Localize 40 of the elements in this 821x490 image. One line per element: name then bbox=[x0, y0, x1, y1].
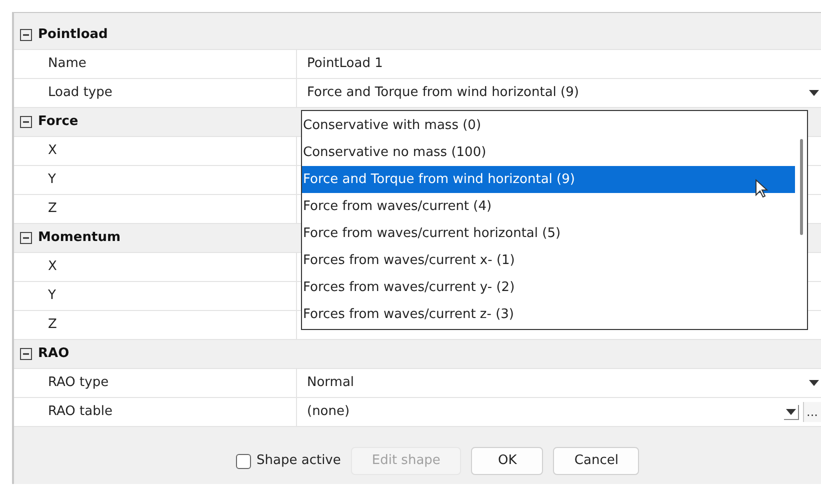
property-label: X bbox=[48, 142, 57, 160]
mouse-cursor-icon bbox=[755, 179, 769, 199]
section-title: RAO bbox=[38, 345, 70, 364]
section-title: Force bbox=[38, 113, 78, 132]
dialog-button[interactable]: Cancel bbox=[553, 447, 640, 475]
dropdown-option[interactable]: Forces from waves/current y- (2) bbox=[302, 274, 795, 301]
dropdown-arrow-icon[interactable] bbox=[809, 380, 819, 386]
dialog-button[interactable]: OK bbox=[471, 447, 544, 475]
dropdown-option[interactable]: Force from waves/current horizontal (5) bbox=[302, 220, 795, 247]
dropdown-option[interactable]: Force and Torque from wind horizontal (9) bbox=[302, 166, 795, 193]
property-label: Y bbox=[48, 287, 56, 306]
scrollbar-thumb[interactable] bbox=[800, 139, 802, 235]
collapse-icon[interactable] bbox=[20, 348, 32, 360]
property-label: Y bbox=[48, 171, 56, 190]
property-label: Z bbox=[48, 200, 57, 218]
property-label: Z bbox=[48, 316, 57, 334]
browse-button[interactable]: ... bbox=[802, 402, 821, 422]
property-label: RAO type bbox=[48, 374, 109, 392]
collapse-icon[interactable] bbox=[20, 232, 32, 244]
dropdown-option[interactable]: Force from waves/current (4) bbox=[302, 193, 795, 220]
section-title: Pointload bbox=[38, 26, 108, 44]
dropdown-option[interactable]: Conservative no mass (100) bbox=[302, 139, 795, 166]
property-value[interactable]: Normal bbox=[307, 373, 354, 393]
section-title: Momentum bbox=[38, 229, 121, 248]
property-label: X bbox=[48, 258, 57, 276]
property-label: RAO table bbox=[48, 403, 112, 422]
checkbox[interactable] bbox=[236, 454, 251, 468]
checkbox-label: Shape active bbox=[256, 452, 341, 470]
dropdown-option[interactable]: Forces from waves/current z- (3) bbox=[302, 301, 795, 328]
property-value: PointLoad 1 bbox=[307, 55, 383, 74]
property-value[interactable]: Force and Torque from wind horizontal (9) bbox=[307, 83, 579, 103]
dropdown-option[interactable]: Conservative with mass (0) bbox=[302, 112, 795, 139]
property-value[interactable]: (none) bbox=[307, 402, 350, 422]
property-label: Name bbox=[48, 55, 86, 74]
property-label: Load type bbox=[48, 84, 112, 102]
collapse-icon[interactable] bbox=[20, 116, 32, 128]
collapse-icon[interactable] bbox=[20, 29, 32, 41]
dropdown-option[interactable]: Forces from waves/current x- (1) bbox=[302, 247, 795, 274]
dropdown-arrow-icon[interactable] bbox=[786, 408, 796, 414]
dropdown-arrow-icon[interactable] bbox=[809, 90, 819, 96]
